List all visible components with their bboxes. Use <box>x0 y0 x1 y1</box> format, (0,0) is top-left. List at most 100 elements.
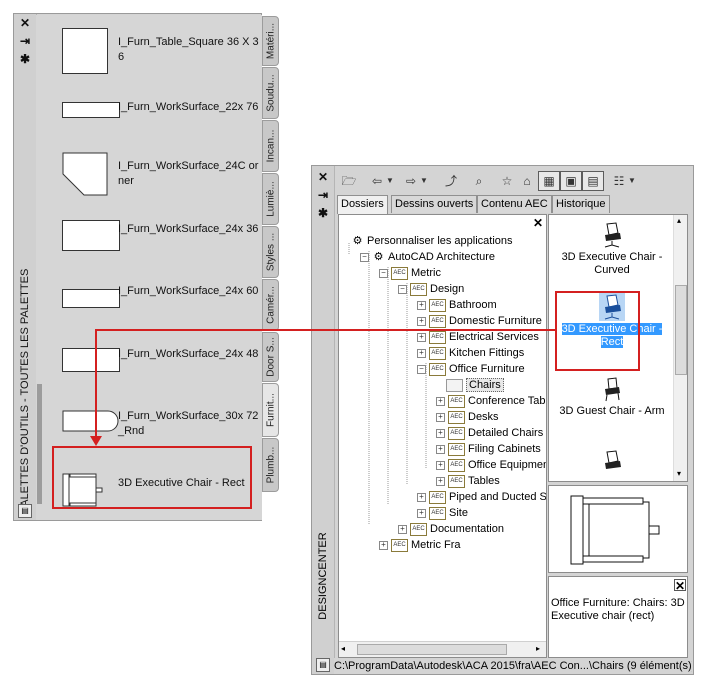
expand-icon[interactable]: + <box>436 444 445 454</box>
tab-materials[interactable]: Matéri... <box>262 16 279 66</box>
tab-plumbing[interactable]: Plumb... <box>262 438 279 492</box>
description-toggle-icon[interactable]: ▤ <box>582 171 604 191</box>
tab-incandescent[interactable]: Incan... <box>262 120 279 172</box>
home-icon[interactable]: ⌂ <box>517 172 537 190</box>
preview-toggle-icon[interactable]: ▣ <box>560 171 582 191</box>
tab-door-schedule[interactable]: Door S... <box>262 332 279 382</box>
search-icon[interactable]: ⌕ <box>469 172 489 190</box>
collapse-icon[interactable]: − <box>379 268 388 278</box>
tool-palette-scrollbar[interactable] <box>37 384 42 504</box>
collapse-icon[interactable]: − <box>417 364 426 374</box>
tree-node[interactable]: + AEC Electrical Services <box>417 329 539 345</box>
expand-icon[interactable]: + <box>436 460 445 470</box>
expand-icon[interactable]: + <box>417 300 426 310</box>
tree-node[interactable]: + AEC Filing Cabinets <box>436 441 541 457</box>
tree-scroll-thumb[interactable] <box>357 644 507 655</box>
views-icon[interactable]: ☷ <box>609 172 629 190</box>
tool-item[interactable]: I_Furn_Table_Square 36 X 36 <box>62 26 262 82</box>
tree-node[interactable]: − ⚙ AutoCAD Architecture <box>360 249 495 265</box>
tree-node[interactable]: + AEC Office Equipment <box>436 457 546 473</box>
tree-node[interactable]: + AEC Tables <box>436 473 500 489</box>
tool-item[interactable]: I_Furn_WorkSurface_24x 60 <box>62 279 262 335</box>
tab-open-drawings[interactable]: Dessins ouverts <box>391 195 478 213</box>
tree-node[interactable]: − AEC Metric <box>379 265 441 281</box>
tab-folders[interactable]: Dossiers <box>337 195 388 214</box>
views-dropdown-icon[interactable]: ▼ <box>627 172 637 190</box>
expand-icon[interactable]: + <box>436 412 445 422</box>
content-item[interactable]: 3D Executive Chair - Curved <box>553 221 671 277</box>
tree-node[interactable]: − AEC Office Furniture <box>417 361 525 377</box>
expand-icon[interactable]: + <box>398 524 407 534</box>
tree-node[interactable]: + AEC Desks <box>436 409 499 425</box>
expand-icon[interactable]: + <box>417 508 426 518</box>
expand-icon[interactable]: + <box>436 428 445 438</box>
collapse-icon[interactable]: − <box>360 252 369 262</box>
expand-icon[interactable]: + <box>417 332 426 342</box>
palette-menu-icon[interactable]: ▤ <box>316 658 330 672</box>
tool-item[interactable]: I_Furn_WorkSurface_24x 48 <box>62 344 262 400</box>
palette-menu-icon[interactable]: ▤ <box>18 504 32 518</box>
tree-node[interactable]: Chairs <box>436 377 504 393</box>
tab-welding[interactable]: Soudu... <box>262 67 279 119</box>
close-icon[interactable]: ✕ <box>17 16 33 30</box>
tree-node-label: Conference Table & <box>468 395 546 407</box>
pin-icon[interactable]: ⇥ <box>17 34 33 48</box>
content-item[interactable]: 3D Guest Chair - Arm <box>553 375 671 418</box>
tab-lighting[interactable]: Lumiè... <box>262 173 279 225</box>
tool-item[interactable]: I_Furn_WorkSurface_24x 36 <box>62 213 262 269</box>
favorites-icon[interactable]: ☆ <box>497 172 517 190</box>
forward-dropdown-icon[interactable]: ▼ <box>419 172 429 190</box>
tool-item[interactable]: I_Furn_WorkSurface_22x 76 <box>62 93 262 149</box>
tree-node-label: AutoCAD Architecture <box>388 251 495 263</box>
tree-node[interactable]: + AEC Domestic Furniture <box>417 313 542 329</box>
back-icon[interactable]: ⇦ <box>367 172 387 190</box>
pin-icon[interactable]: ⇥ <box>315 188 331 202</box>
tab-history[interactable]: Historique <box>552 195 610 213</box>
content-vertical-scrollbar[interactable]: ▴ ▾ <box>673 215 687 481</box>
tree-node[interactable]: + AEC Bathroom <box>417 297 497 313</box>
tree-view-toggle-icon[interactable]: ▦ <box>538 171 560 191</box>
content-item[interactable] <box>553 449 671 479</box>
scroll-up-icon[interactable]: ▴ <box>677 216 681 225</box>
tree-node[interactable]: +AECConference Table & <box>436 393 546 409</box>
tree-node[interactable]: + AEC Detailed Chairs <box>436 425 543 441</box>
properties-icon[interactable]: ✱ <box>17 52 33 66</box>
tree-horizontal-scrollbar[interactable]: ◂ ▸ <box>339 641 546 657</box>
scroll-left-icon[interactable]: ◂ <box>341 644 345 653</box>
tree-node[interactable]: − AEC Design <box>398 281 464 297</box>
folder-tree[interactable]: ✕ ⚙ Personnaliser les applications − ⚙ AutoC… <box>338 214 547 658</box>
scroll-right-icon[interactable]: ▸ <box>536 644 540 653</box>
aec-folder-icon: AEC <box>429 506 446 520</box>
tab-aec-content[interactable]: Contenu AEC <box>477 195 552 213</box>
load-icon[interactable]: 🗁 <box>339 172 359 190</box>
tree-node[interactable]: + AEC Documentation <box>398 521 504 537</box>
scroll-down-icon[interactable]: ▾ <box>677 469 681 478</box>
tree-node-label: Desks <box>468 411 499 423</box>
expand-icon[interactable]: + <box>436 476 445 486</box>
collapse-icon[interactable]: − <box>398 284 407 294</box>
tree-node-label: Detailed Chairs <box>468 427 544 439</box>
tab-furniture[interactable]: Furnit... <box>262 383 279 437</box>
tab-cameras[interactable]: Camér... <box>262 279 279 331</box>
expand-icon[interactable]: + <box>436 396 445 406</box>
forward-icon[interactable]: ⇨ <box>401 172 421 190</box>
designcenter-title-bar[interactable]: ✕ ⇥ ✱ DESIGNCENTER ▤ <box>312 166 335 674</box>
tree-node[interactable]: +AECPiped and Ducted Serv <box>417 489 546 505</box>
tree-node[interactable]: + AEC Site <box>417 505 468 521</box>
tree-node[interactable]: ⚙ Personnaliser les applications <box>341 233 513 249</box>
tree-node[interactable]: + AEC Metric Fra <box>379 537 461 553</box>
tab-styles[interactable]: Styles ... <box>262 226 279 278</box>
expand-icon[interactable]: + <box>417 316 426 326</box>
close-icon[interactable]: ✕ <box>315 170 331 184</box>
tree-node[interactable]: + AEC Kitchen Fittings <box>417 345 524 361</box>
properties-icon[interactable]: ✱ <box>315 206 331 220</box>
tool-palette-title-bar[interactable]: ✕ ⇥ ✱ PALETTES D'OUTILS - TOUTES LES PAL… <box>14 14 37 520</box>
content-scroll-thumb[interactable] <box>675 285 687 375</box>
expand-icon[interactable]: + <box>379 540 388 550</box>
expand-icon[interactable]: + <box>417 492 426 502</box>
up-icon[interactable]: ⤴ <box>441 172 461 190</box>
close-icon[interactable]: ✕ <box>674 579 686 592</box>
back-dropdown-icon[interactable]: ▼ <box>385 172 395 190</box>
expand-icon[interactable]: + <box>417 348 426 358</box>
tool-item[interactable]: I_Furn_WorkSurface_24C orner <box>62 150 262 206</box>
